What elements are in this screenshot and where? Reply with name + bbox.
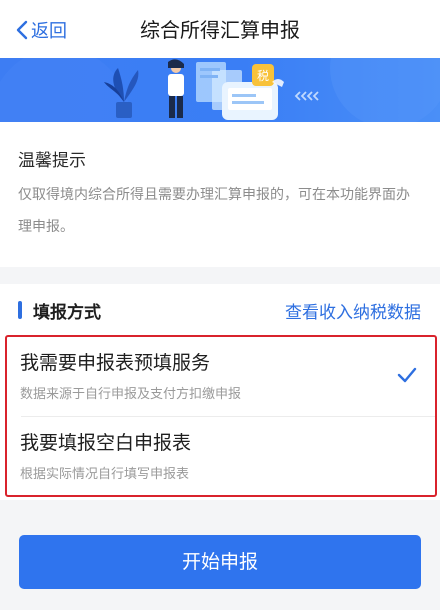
tips-section: 温馨提示 仅取得境内综合所得且需要办理汇算申报的，可在本功能界面办理申报。: [0, 122, 440, 267]
filing-options-highlight: 我需要申报表预填服务 数据来源于自行申报及支付方扣缴申报 我要填报空白申报表 根…: [5, 335, 437, 497]
option-blank-form[interactable]: 我要填报空白申报表 根据实际情况自行填写申报表: [7, 417, 435, 495]
option-prefill-service[interactable]: 我需要申报表预填服务 数据来源于自行申报及支付方扣缴申报: [7, 337, 435, 415]
section-accent-bar: [18, 301, 22, 319]
filing-method-title: 填报方式: [33, 303, 101, 323]
checkmark-icon: [397, 367, 417, 383]
person-icon: [168, 59, 184, 118]
view-income-tax-data-link[interactable]: 查看收入纳税数据: [285, 298, 421, 323]
svg-text:税: 税: [257, 69, 269, 83]
tips-title: 温馨提示: [18, 151, 86, 171]
tips-body: 仅取得境内综合所得且需要办理汇算申报的，可在本功能界面办理申报。: [18, 187, 410, 235]
option-title: 我要填报空白申报表: [20, 432, 192, 454]
banner-art: 税: [0, 58, 440, 122]
nav-bar: 返回 综合所得汇算申报: [0, 0, 440, 60]
tax-badge-icon: 税: [252, 64, 274, 86]
option-subtitle: 根据实际情况自行填写申报表: [20, 467, 190, 482]
option-subtitle: 数据来源于自行申报及支付方扣缴申报: [20, 387, 242, 402]
option-title: 我需要申报表预填服务: [20, 352, 211, 374]
start-filing-button[interactable]: 开始申报: [19, 535, 421, 589]
page-title: 综合所得汇算申报: [140, 18, 300, 42]
banner-illustration: 税: [0, 58, 440, 122]
